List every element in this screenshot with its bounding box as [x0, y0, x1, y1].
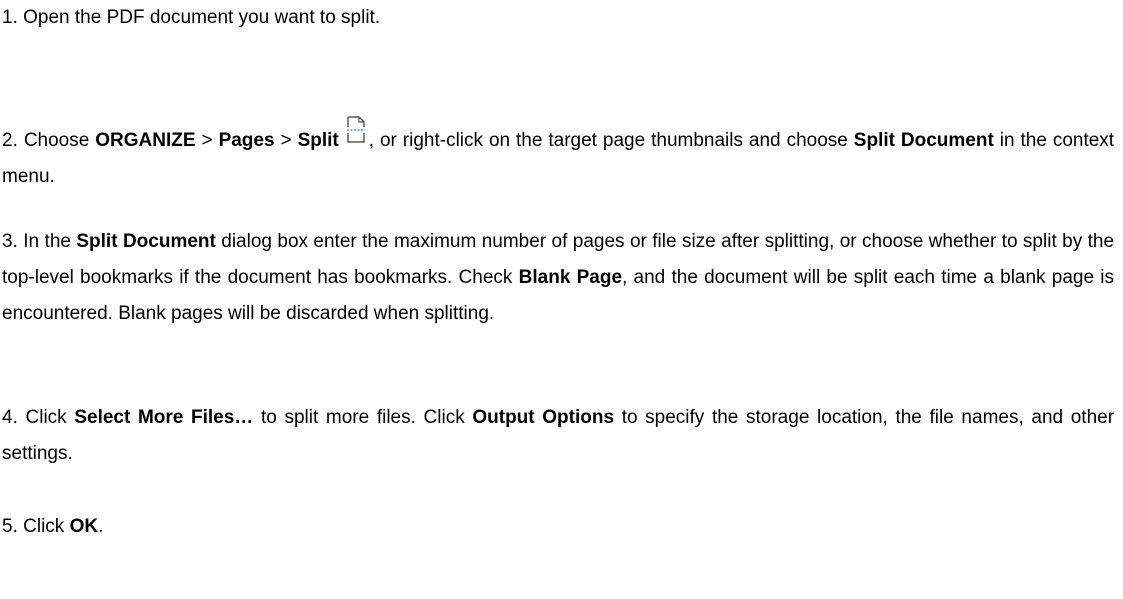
pages-menu-label: Pages	[218, 130, 275, 151]
step-1-number: 1.	[2, 7, 18, 28]
organize-menu-label: ORGANIZE	[95, 130, 196, 151]
output-options-label: Output Options	[472, 407, 615, 428]
step-4-click: Click	[25, 407, 67, 428]
split-document-dialog-label: Split Document	[76, 231, 216, 252]
step-1-text: Open the PDF document you want to split.	[23, 7, 381, 28]
step-3: 3. In the Split Document dialog box ente…	[2, 224, 1114, 332]
step-4-number: 4.	[2, 407, 18, 428]
step-4: 4. Click Select More Files… to split mor…	[2, 400, 1114, 472]
ok-button-label: OK	[69, 516, 99, 537]
step-5: 5. Click OK.	[2, 509, 1114, 545]
step-2-sep-1: >	[201, 130, 213, 151]
blank-page-option-label: Blank Page	[518, 267, 623, 288]
split-command-label: Split	[297, 130, 339, 151]
step-2-number: 2.	[2, 130, 18, 151]
select-more-files-label: Select More Files…	[74, 407, 254, 428]
step-4-text-a: to split more files. Click	[260, 407, 465, 428]
step-5-number: 5.	[2, 516, 18, 537]
step-2-choose: Choose	[23, 130, 90, 151]
step-2-sep-2: >	[280, 130, 292, 151]
step-5-click: Click	[23, 516, 65, 537]
step-2-text-after-icon: , or right-click on the target page thum…	[368, 130, 848, 151]
step-1: 1. Open the PDF document you want to spl…	[2, 0, 1114, 36]
document-page: 1. Open the PDF document you want to spl…	[0, 0, 1115, 599]
split-document-context-menu-label: Split Document	[853, 130, 994, 151]
step-2: 2. Choose ORGANIZE > Pages > Split , or …	[2, 116, 1114, 195]
step-3-text-a: In the	[23, 231, 71, 252]
step-3-number: 3.	[2, 231, 18, 252]
split-page-icon	[345, 116, 367, 150]
step-5-period: .	[98, 516, 104, 537]
